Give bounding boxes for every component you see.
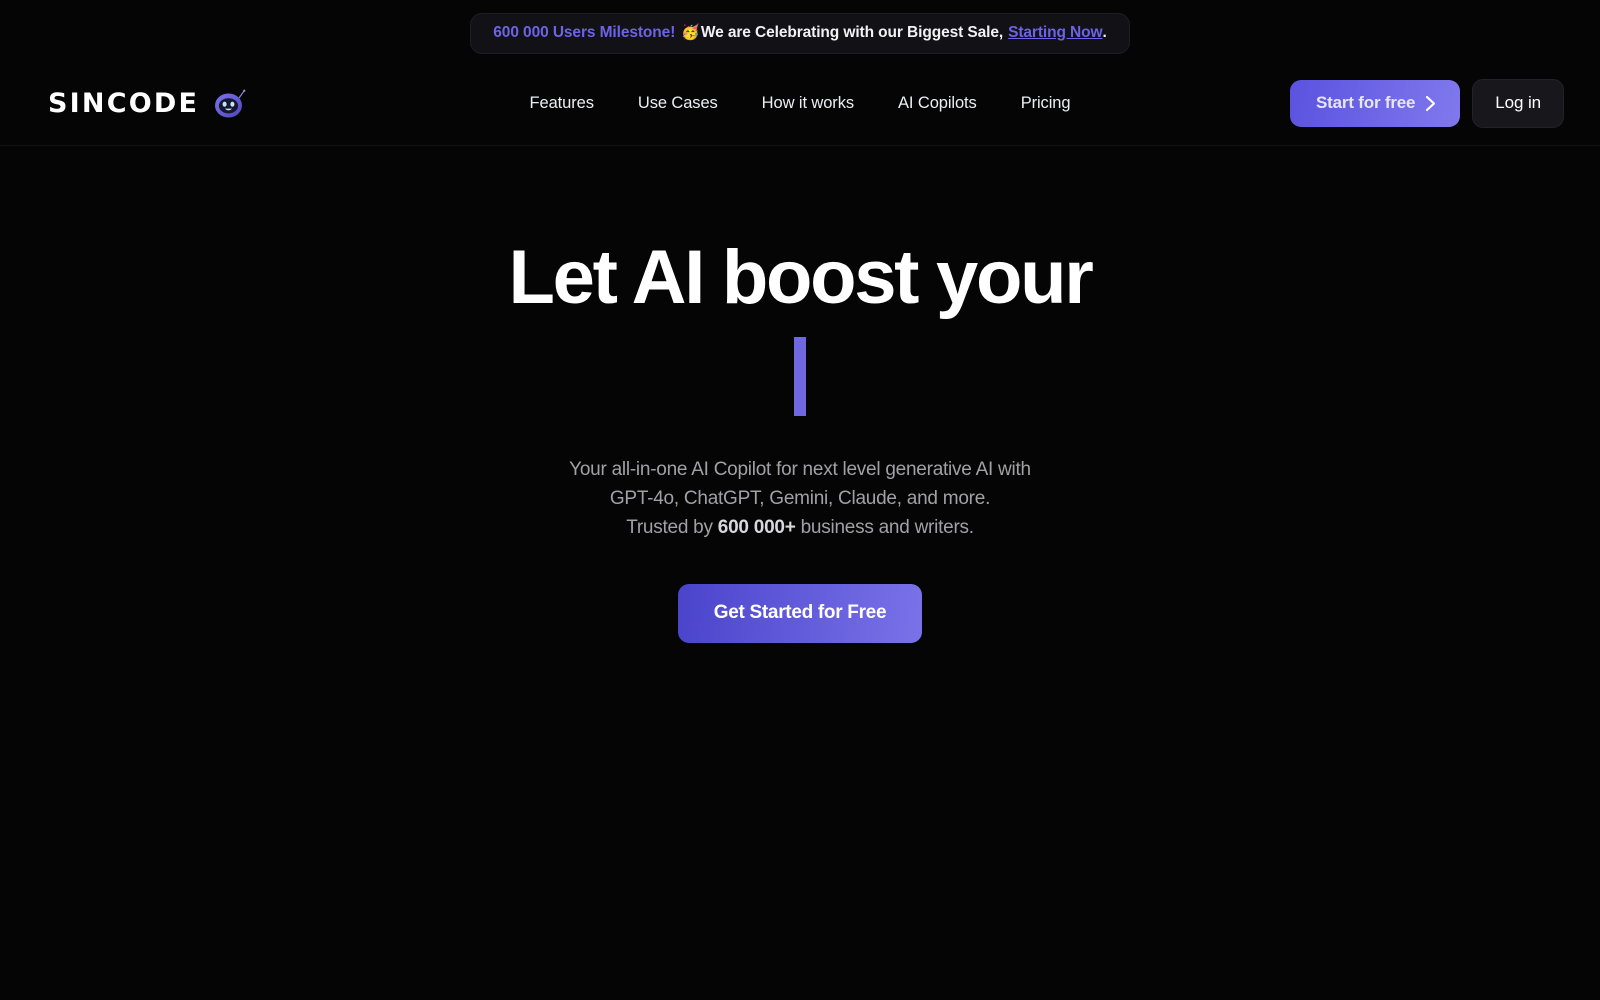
hero-user-count: 600 000+ (717, 516, 796, 538)
nav-item-ai-copilots[interactable]: AI Copilots (898, 94, 977, 113)
main-navigation: Features Use Cases How it works AI Copil… (530, 94, 1071, 113)
hero-subtitle-line-3-suffix: business and writers. (795, 516, 974, 538)
brand-logo[interactable]: SINCODE (48, 88, 247, 119)
brand-wordmark: SINCODE (48, 88, 200, 119)
nav-item-use-cases[interactable]: Use Cases (638, 94, 718, 113)
log-in-button[interactable]: Log in (1472, 79, 1564, 128)
announcement-highlight: 600 000 Users Milestone! (493, 23, 676, 41)
announcement-pill[interactable]: 600 000 Users Milestone! 🥳 We are Celebr… (470, 12, 1130, 54)
site-header: SINCODE Features Use Cases How it works … (0, 62, 1600, 146)
hero-typewriter-line (794, 317, 806, 435)
hero-headline: Let AI boost your (508, 235, 1094, 320)
announcement-period: . (1102, 23, 1107, 41)
nav-item-how-it-works[interactable]: How it works (762, 94, 854, 113)
start-for-free-button[interactable]: Start for free (1290, 80, 1461, 127)
chevron-right-icon (1425, 95, 1436, 112)
robot-mascot-icon (213, 89, 247, 119)
hero-subtitle-line-3-prefix: Trusted by (626, 516, 718, 538)
text-cursor-icon (794, 336, 806, 416)
hero-subtitle-line-2: GPT-4o, ChatGPT, Gemini, Claude, and mor… (609, 487, 991, 509)
hero-subtitle-line-1: Your all-in-one AI Copilot for next leve… (569, 459, 1031, 481)
start-for-free-label: Start for free (1316, 93, 1416, 112)
header-actions: Start for free Log in (1290, 79, 1564, 128)
get-started-for-free-button[interactable]: Get Started for Free (677, 583, 923, 643)
announcement-link[interactable]: Starting Now (1008, 24, 1102, 42)
party-face-emoji-icon: 🥳 (681, 24, 700, 41)
nav-item-features[interactable]: Features (530, 94, 594, 113)
hero-section: Let AI boost your Your all-in-one AI Cop… (0, 146, 1600, 643)
hero-subtitle: Your all-in-one AI Copilot for next leve… (569, 456, 1031, 543)
announcement-bar: 600 000 Users Milestone! 🥳 We are Celebr… (0, 0, 1600, 62)
nav-item-pricing[interactable]: Pricing (1021, 94, 1071, 113)
announcement-message: We are Celebrating with our Biggest Sale… (700, 23, 1004, 41)
